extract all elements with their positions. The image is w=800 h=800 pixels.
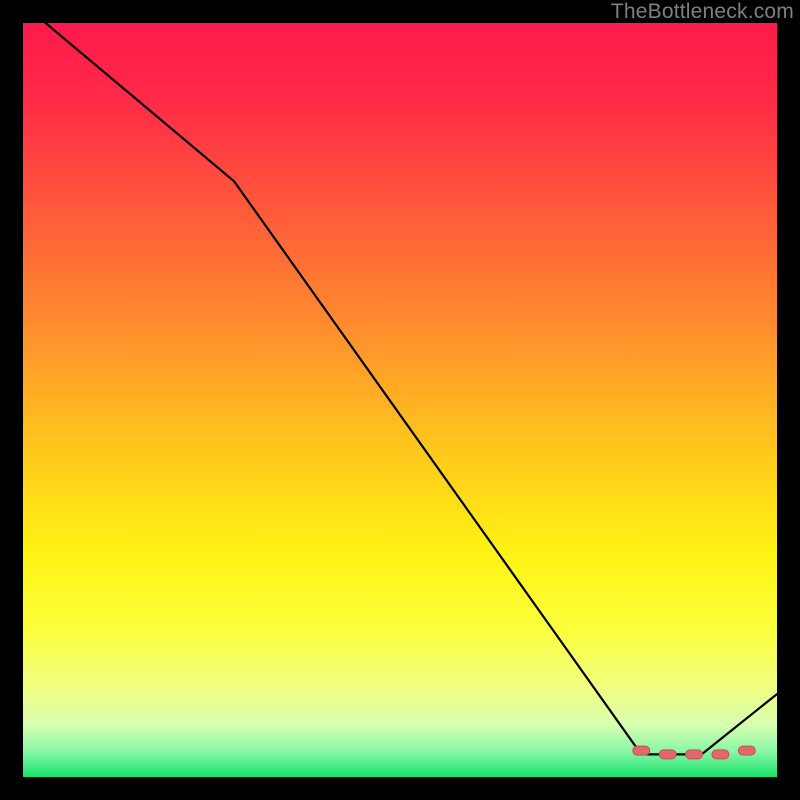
- optimal-marker: [712, 750, 729, 759]
- optimal-marker: [659, 750, 676, 759]
- chart-stage: TheBottleneck.com: [0, 0, 800, 800]
- optimal-marker: [633, 746, 650, 755]
- optimal-marker: [686, 750, 703, 759]
- bottleneck-chart: [23, 23, 777, 777]
- watermark-text: TheBottleneck.com: [611, 0, 794, 24]
- gradient-background: [23, 23, 777, 777]
- optimal-marker: [738, 746, 755, 755]
